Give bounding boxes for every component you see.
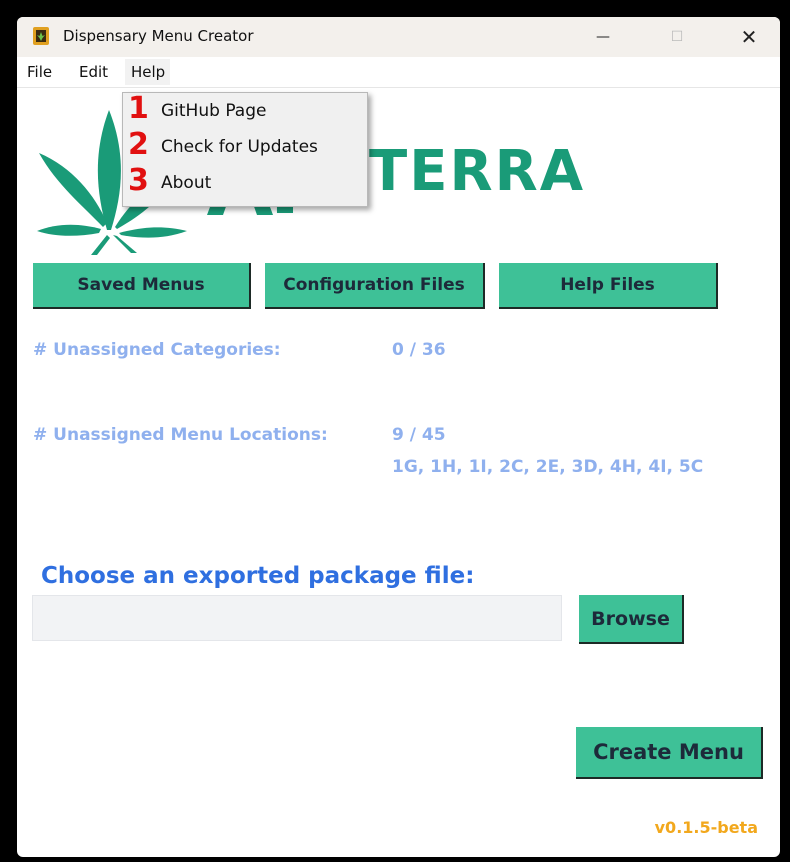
- maximize-icon: ☐: [670, 29, 684, 45]
- unassigned-categories-value: 0 / 36: [392, 340, 446, 360]
- browse-button[interactable]: Browse: [579, 595, 684, 644]
- menu-item-github-page[interactable]: 1 GitHub Page: [123, 91, 367, 129]
- menu-item-about[interactable]: 3 About: [123, 163, 367, 201]
- step-marker-3: 3: [128, 163, 149, 198]
- unassigned-locations-list: 1G, 1H, 1I, 2C, 2E, 3D, 4H, 4I, 5C: [392, 457, 704, 477]
- menu-item-check-for-updates[interactable]: 2 Check for Updates: [123, 127, 367, 165]
- menu-help[interactable]: Help: [125, 59, 171, 85]
- maximize-button[interactable]: ☐: [657, 23, 697, 51]
- menu-item-label: About: [161, 173, 212, 193]
- close-button[interactable]: ✕: [729, 23, 769, 51]
- close-icon: ✕: [740, 25, 758, 49]
- minimize-button[interactable]: —: [583, 23, 623, 51]
- menu-item-label: GitHub Page: [161, 101, 267, 121]
- menu-item-label: Check for Updates: [161, 137, 318, 157]
- menu-edit[interactable]: Edit: [79, 63, 108, 81]
- help-files-label: Help Files: [560, 275, 655, 295]
- package-file-label: Choose an exported package file:: [41, 563, 475, 589]
- help-dropdown-menu: 1 GitHub Page 2 Check for Updates 3 Abou…: [122, 91, 368, 207]
- step-marker-2: 2: [128, 127, 149, 162]
- unassigned-locations-value: 9 / 45: [392, 425, 446, 445]
- app-icon: [33, 27, 49, 45]
- title-bar: Dispensary Menu Creator — ☐ ✕: [17, 17, 780, 57]
- saved-menus-label: Saved Menus: [77, 275, 205, 295]
- menu-bar: File Edit Help: [17, 57, 780, 88]
- saved-menus-button[interactable]: Saved Menus: [33, 263, 251, 309]
- help-files-button[interactable]: Help Files: [499, 263, 718, 309]
- window-title: Dispensary Menu Creator: [63, 27, 254, 45]
- create-menu-button[interactable]: Create Menu: [576, 727, 763, 779]
- package-file-input[interactable]: [32, 595, 562, 641]
- minimize-icon: —: [596, 29, 610, 45]
- app-window: Dispensary Menu Creator — ☐ ✕ File Edit …: [17, 17, 780, 857]
- version-label: v0.1.5-beta: [654, 818, 758, 837]
- configuration-files-label: Configuration Files: [283, 275, 465, 295]
- unassigned-categories-label: # Unassigned Categories:: [33, 340, 281, 360]
- step-marker-1: 1: [128, 91, 149, 126]
- menu-file[interactable]: File: [27, 63, 52, 81]
- create-menu-label: Create Menu: [593, 740, 744, 764]
- unassigned-locations-label: # Unassigned Menu Locations:: [33, 425, 328, 445]
- browse-label: Browse: [591, 607, 670, 630]
- brand-wordmark: TERRA: [369, 139, 586, 204]
- configuration-files-button[interactable]: Configuration Files: [265, 263, 485, 309]
